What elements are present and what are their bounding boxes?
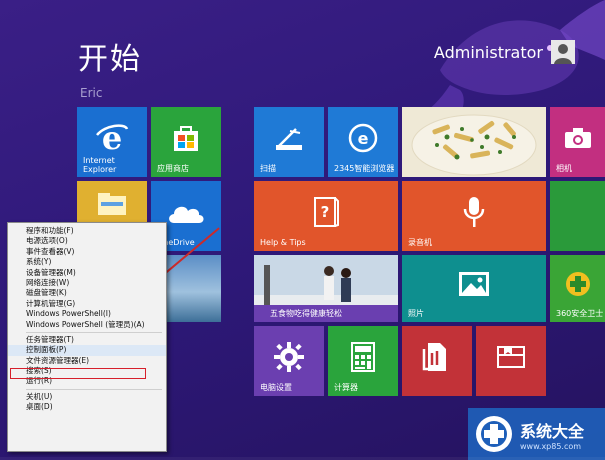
tile-help-tips[interactable]: ? Help & Tips (254, 181, 398, 251)
gear-icon (273, 341, 305, 373)
help-icon: ? (311, 195, 341, 229)
menu-item-system[interactable]: 系统(Y) (8, 257, 166, 267)
menu-item-event-viewer[interactable]: 事件查看器(V) (8, 247, 166, 257)
tile-calculator[interactable]: 计算器 (328, 326, 398, 396)
tile-internet-explorer[interactable]: e Internet Explorer (77, 107, 147, 177)
tile-reader[interactable] (402, 326, 472, 396)
watermark-logo-icon (476, 416, 512, 452)
user-account[interactable]: Administrator (434, 40, 575, 64)
shield-plus-icon (564, 270, 592, 298)
tile-label: 2345智能浏览器 (334, 164, 395, 173)
menu-item-file-explorer[interactable]: 文件资源管理器(E) (8, 356, 166, 366)
tile-label: 五食物吃得健康轻松 (270, 309, 342, 318)
tile-photos[interactable]: 照片 (402, 255, 546, 322)
svg-text:?: ? (321, 203, 330, 221)
browser-icon: e (348, 123, 378, 153)
tile-scan[interactable]: 扫描 (254, 107, 324, 177)
menu-item-desktop[interactable]: 桌面(D) (8, 402, 166, 412)
start-screen: 开始 Eric Administrator e Internet Explore… (0, 0, 605, 460)
tile-pc-settings[interactable]: 电脑设置 (254, 326, 324, 396)
menu-item-disk-management[interactable]: 磁盘管理(K) (8, 288, 166, 298)
folder-icon (97, 192, 127, 216)
svg-text:e: e (358, 129, 369, 148)
tile-recorder[interactable]: 录音机 (402, 181, 546, 251)
tile-file-explorer[interactable] (77, 181, 147, 226)
tile-label: 360安全卫士 (556, 309, 604, 318)
tile-label: Internet Explorer (83, 156, 117, 174)
start-title: 开始 (78, 42, 142, 77)
tile-label: 应用商店 (157, 164, 189, 173)
tile-360[interactable]: 360安全卫士 (550, 255, 605, 322)
tile-camera[interactable]: 相机 (550, 107, 605, 177)
tile-side-green[interactable] (550, 181, 605, 251)
tile-2345-browser[interactable]: e 2345智能浏览器 (328, 107, 398, 177)
photos-icon (457, 270, 491, 298)
reading-list-icon (496, 345, 526, 369)
tile-reading-list[interactable] (476, 326, 546, 396)
menu-item-powershell-admin[interactable]: Windows PowerShell (管理员)(A) (8, 320, 166, 330)
watermark-url: www.xp85.com (520, 442, 582, 451)
menu-item-device-manager[interactable]: 设备管理器(M) (8, 268, 166, 278)
menu-item-network-connections[interactable]: 网络连接(W) (8, 278, 166, 288)
reader-icon (422, 341, 452, 373)
tile-label: 录音机 (408, 238, 432, 247)
menu-separator (26, 388, 162, 390)
microphone-icon (463, 195, 485, 229)
tile-photo-couple[interactable]: 五食物吃得健康轻松 (254, 255, 398, 322)
cloud-icon (166, 199, 206, 225)
tile-label: 电脑设置 (260, 383, 292, 392)
scanner-icon (274, 123, 304, 153)
watermark-text: 系统大全 (520, 422, 585, 441)
tile-label: 计算器 (334, 383, 358, 392)
store-icon (171, 123, 201, 153)
screen-subtitle: Eric (80, 86, 103, 100)
tile-store[interactable]: 应用商店 (151, 107, 221, 177)
site-watermark: 系统大全 www.xp85.com (468, 408, 605, 460)
tile-label: 扫描 (260, 164, 276, 173)
pasta-image (402, 107, 546, 177)
power-user-menu[interactable]: 程序和功能(F) 电源选项(O) 事件查看器(V) 系统(Y) 设备管理器(M)… (7, 222, 167, 452)
menu-separator (26, 331, 162, 333)
menu-item-powershell[interactable]: Windows PowerShell(I) (8, 309, 166, 319)
avatar-icon (551, 40, 575, 64)
tile-label: Help & Tips (260, 238, 306, 247)
menu-item-computer-management[interactable]: 计算机管理(G) (8, 299, 166, 309)
menu-item-programs[interactable]: 程序和功能(F) (8, 226, 166, 236)
menu-item-task-manager[interactable]: 任务管理器(T) (8, 335, 166, 345)
menu-item-shutdown[interactable]: 关机(U) (8, 392, 166, 402)
tile-label: 照片 (408, 309, 424, 318)
tile-food-photo[interactable] (402, 107, 546, 177)
tile-label: 相机 (556, 164, 572, 173)
control-panel-highlight (10, 368, 146, 379)
camera-icon (563, 126, 593, 150)
user-name: Administrator (433, 42, 543, 62)
menu-item-control-panel[interactable]: 控制面板(P) (8, 345, 166, 356)
menu-item-power-options[interactable]: 电源选项(O) (8, 236, 166, 246)
calculator-icon (350, 341, 376, 373)
ie-icon: e (95, 121, 129, 155)
